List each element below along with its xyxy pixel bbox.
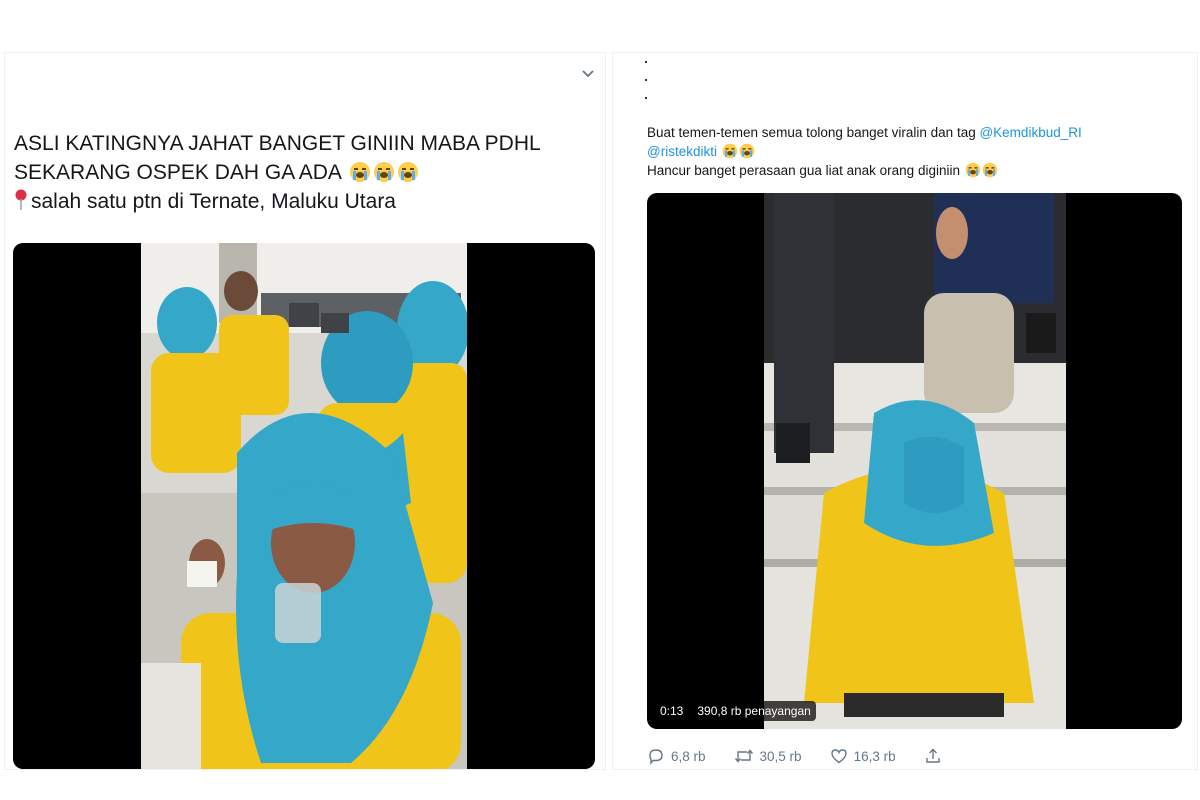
mention-kemdikbud-link[interactable]: @Kemdikbud_RI bbox=[979, 125, 1081, 140]
dot bbox=[645, 97, 647, 99]
dot bbox=[645, 61, 647, 63]
share-icon bbox=[925, 748, 940, 763]
left-tweet-line-3: salah satu ptn di Ternate, Maluku Utara bbox=[14, 187, 584, 216]
retweet-count: 30,5 rb bbox=[759, 748, 802, 764]
left-tweet-text: ASLI KATINGNYA JAHAT BANGET GINIIN MABA … bbox=[14, 129, 584, 216]
video-badges: 0:13 390,8 rb penayangan bbox=[655, 701, 816, 721]
crying-face-icon bbox=[722, 143, 738, 159]
ellipsis-dots bbox=[645, 61, 653, 115]
retweet-icon bbox=[734, 749, 753, 763]
right-video-player[interactable]: 0:13 390,8 rb penayangan bbox=[647, 193, 1182, 729]
right-tweet-line-3: Hancur banget perasaan gua liat anak ora… bbox=[647, 161, 1187, 180]
right-video-thumbnail bbox=[764, 193, 1066, 729]
right-tweet-text: Buat temen-temen semua tolong banget vir… bbox=[647, 123, 1187, 180]
share-button[interactable] bbox=[924, 747, 942, 765]
chevron-down-icon[interactable] bbox=[581, 69, 595, 79]
tweet-actions-bar: 6,8 rb 30,5 rb 16,3 rb bbox=[647, 747, 970, 765]
right-tweet-panel: Buat temen-temen semua tolong banget vir… bbox=[612, 52, 1198, 770]
mention-ristekdikti-link[interactable]: @ristekdikti bbox=[647, 144, 717, 159]
left-tweet-panel: ASLI KATINGNYA JAHAT BANGET GINIIN MABA … bbox=[4, 52, 606, 770]
crying-face-icon bbox=[349, 162, 370, 182]
reply-button[interactable]: 6,8 rb bbox=[647, 747, 706, 765]
crying-face-icon bbox=[397, 162, 418, 182]
heart-icon bbox=[830, 749, 847, 764]
round-pushpin-icon bbox=[15, 189, 27, 210]
left-video-thumbnail bbox=[141, 243, 467, 769]
screenshot-collage: ASLI KATINGNYA JAHAT BANGET GINIIN MABA … bbox=[0, 0, 1200, 800]
dot bbox=[645, 79, 647, 81]
right-video-frame bbox=[764, 193, 1066, 729]
right-tweet-line-2: @ristekdikti bbox=[647, 142, 1187, 161]
crying-face-icon bbox=[982, 162, 998, 178]
right-tweet-line-3-text: Hancur banget perasaan gua liat anak ora… bbox=[647, 163, 960, 178]
left-tweet-line-2: SEKARANG OSPEK DAH GA ADA bbox=[14, 158, 584, 187]
left-tweet-line-1: ASLI KATINGNYA JAHAT BANGET GINIIN MABA … bbox=[14, 132, 541, 155]
video-views-badge: 390,8 rb penayangan bbox=[692, 701, 816, 721]
left-video-frame bbox=[141, 243, 467, 769]
reply-icon bbox=[649, 749, 663, 765]
video-duration-badge: 0:13 bbox=[655, 701, 689, 721]
right-tweet-line-1-text: Buat temen-temen semua tolong banget vir… bbox=[647, 125, 980, 140]
crying-face-icon bbox=[965, 162, 981, 178]
left-tweet-line-3-text: salah satu ptn di Ternate, Maluku Utara bbox=[31, 190, 396, 213]
left-video-player[interactable] bbox=[13, 243, 595, 769]
reply-count: 6,8 rb bbox=[671, 748, 706, 764]
crying-face-icon bbox=[373, 162, 394, 182]
retweet-button[interactable]: 30,5 rb bbox=[734, 747, 802, 765]
right-tweet-line-1: Buat temen-temen semua tolong banget vir… bbox=[647, 123, 1187, 142]
left-tweet-line-2-text: SEKARANG OSPEK DAH GA ADA bbox=[14, 161, 341, 184]
like-count: 16,3 rb bbox=[853, 748, 896, 764]
crying-face-icon bbox=[739, 143, 755, 159]
like-button[interactable]: 16,3 rb bbox=[830, 747, 896, 765]
